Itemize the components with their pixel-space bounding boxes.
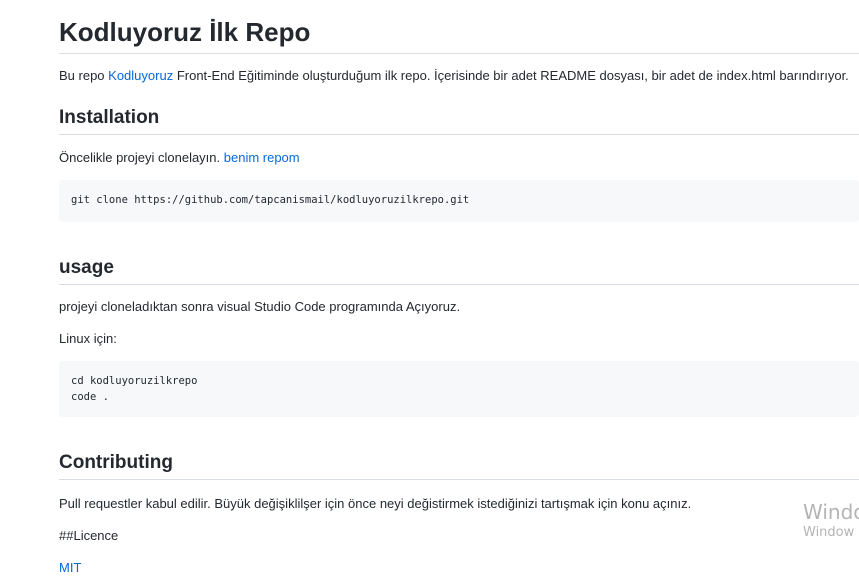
usage-code-block[interactable]: cd kodluyoruzilkrepo code . xyxy=(59,361,859,417)
windows-activation-watermark: Windo Window xyxy=(803,500,859,542)
watermark-line-2: Window xyxy=(803,525,855,540)
contributing-paragraph: Pull requestler kabul edilir. Büyük deği… xyxy=(59,496,692,511)
usage-paragraph: projeyi cloneladıktan sonra visual Studi… xyxy=(59,299,461,314)
licence-paragraph: MIT xyxy=(59,559,859,577)
intro-text-before: Bu repo xyxy=(59,68,109,83)
linux-label: Linux için: xyxy=(59,331,117,346)
intro-text-after: Front-End Eğitiminde oluşturduğum ilk re… xyxy=(173,68,849,83)
usage-heading: usage xyxy=(59,255,859,285)
mit-license-link[interactable]: MIT xyxy=(59,560,81,575)
licence-label: ##Licence xyxy=(59,528,119,543)
installation-paragraph: Öncelikle projeyi clonelayın. benim repo… xyxy=(59,149,859,167)
kodluyoruz-link[interactable]: Kodluyoruz xyxy=(108,68,173,83)
page-title: Kodluyoruz İlk Repo xyxy=(59,14,859,54)
installation-text: Öncelikle projeyi clonelayın. xyxy=(59,150,224,165)
installation-heading: Installation xyxy=(59,105,859,135)
contributing-heading: Contributing xyxy=(59,450,859,480)
benim-repom-link[interactable]: benim repom xyxy=(224,150,300,165)
intro-paragraph: Bu repo Kodluyoruz Front-End Eğitiminde … xyxy=(59,67,859,85)
watermark-line-1: Windo xyxy=(803,500,859,524)
clone-code-block[interactable]: git clone https://github.com/tapcanismai… xyxy=(59,180,859,222)
